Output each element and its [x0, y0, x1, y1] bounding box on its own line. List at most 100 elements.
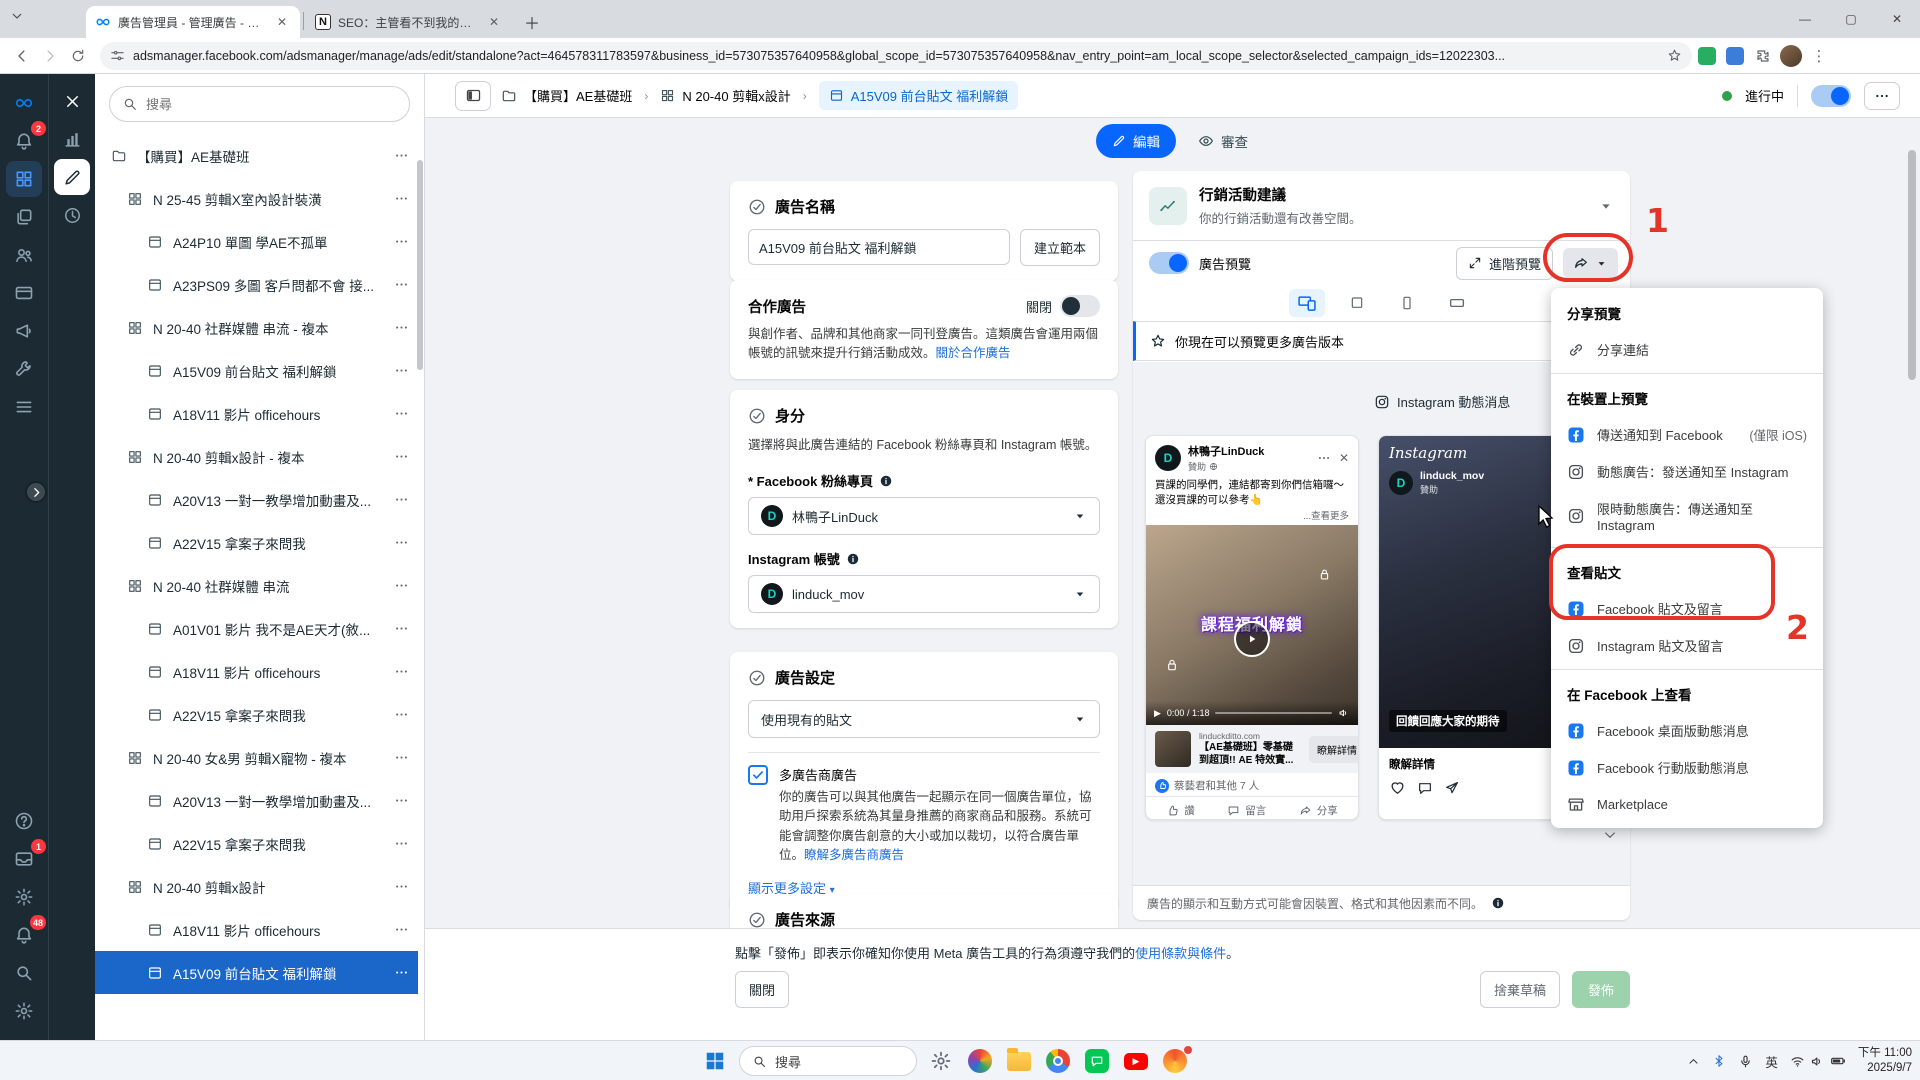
billing-icon[interactable] — [6, 275, 42, 311]
browser-tab-seo[interactable]: N SEO：主管看不到我的廣告，怎 ✕ — [306, 6, 512, 38]
format-story[interactable] — [1389, 289, 1425, 317]
menu-item[interactable]: Facebook 桌面版動態消息 — [1551, 712, 1823, 749]
window-scrollbar[interactable] — [1908, 150, 1916, 380]
notifications-icon[interactable]: 2 — [6, 123, 42, 159]
tray-expand-icon[interactable] — [1687, 1055, 1700, 1068]
inbox-icon[interactable]: 1 — [6, 841, 42, 877]
facebook-page-select[interactable]: D 林鴨子LinDuck — [748, 497, 1100, 535]
publish-button[interactable]: 發佈 — [1572, 971, 1630, 1008]
tree-item-adset[interactable]: N 20-40 女&男 剪輯X寵物 - 複本 — [95, 736, 418, 779]
ads-reporting-icon[interactable] — [6, 313, 42, 349]
tab-close-icon[interactable]: ✕ — [485, 14, 503, 30]
tab-review[interactable]: 審查 — [1198, 131, 1248, 151]
send-icon[interactable] — [1444, 780, 1460, 796]
create-template-button[interactable]: 建立範本 — [1020, 229, 1100, 266]
menu-item[interactable]: Facebook 行動版動態消息 — [1551, 749, 1823, 786]
row-more-icon[interactable] — [394, 965, 418, 980]
volume-icon[interactable] — [1338, 707, 1350, 719]
row-more-icon[interactable] — [394, 234, 418, 249]
tree-item-ad[interactable]: A22V15 拿案子來問我 — [95, 822, 418, 865]
row-more-icon[interactable] — [394, 492, 418, 507]
business-settings-icon[interactable] — [6, 993, 42, 1029]
browser-menu-icon[interactable]: ⋮ — [1806, 43, 1832, 69]
row-more-icon[interactable] — [394, 664, 418, 679]
tree-item-adset[interactable]: N 20-40 剪輯x設計 - 複本 — [95, 435, 418, 478]
expand-panel-button[interactable] — [25, 481, 47, 503]
ad-preview-toggle[interactable] — [1149, 252, 1189, 274]
meta-logo-icon[interactable] — [6, 85, 42, 121]
extension-icon-blue[interactable] — [1722, 43, 1748, 69]
tree-item-ad[interactable]: A18V11 影片 officehours — [95, 908, 418, 951]
tab-edit[interactable]: 編輯 — [1096, 124, 1176, 158]
tree-item-ad[interactable]: A15V09 前台貼文 福利解鎖 — [95, 951, 418, 994]
row-more-icon[interactable] — [394, 191, 418, 206]
tree-item-ad[interactable]: A01V01 影片 我不是AE天才(敘... — [95, 607, 418, 650]
learn-more-link[interactable]: 瞭解多廣告商廣告 — [804, 848, 904, 862]
breadcrumb-campaign-folder[interactable]: 【購買】AE基礎班 — [501, 86, 632, 105]
multi-advertiser-checkbox[interactable] — [748, 765, 768, 785]
edit-tool-icon[interactable] — [54, 159, 90, 195]
comment-icon[interactable] — [1417, 780, 1433, 796]
forward-icon[interactable] — [36, 42, 64, 70]
close-button[interactable]: 關閉 — [735, 971, 789, 1008]
comment-button[interactable]: 留言 — [1227, 803, 1266, 818]
partnership-toggle[interactable] — [1060, 295, 1100, 317]
media-app[interactable] — [1160, 1046, 1190, 1076]
row-more-icon[interactable] — [394, 750, 418, 765]
tree-item-ad[interactable]: A20V13 一對一教學增加動畫及... — [95, 478, 418, 521]
ad-active-toggle[interactable] — [1811, 85, 1851, 107]
terms-link[interactable]: 使用條款與條件 — [1135, 946, 1226, 961]
see-more-link[interactable]: ...查看更多 — [1146, 508, 1358, 525]
collapse-sidebar-button[interactable] — [455, 81, 491, 111]
ads-manager-icon[interactable] — [6, 161, 42, 197]
settings-app[interactable] — [926, 1046, 956, 1076]
menu-item[interactable]: Instagram 貼文及留言 — [1551, 627, 1823, 664]
tree-item-ad[interactable]: A24P10 單圖 學AE不孤單 — [95, 220, 418, 263]
scroll-down-chevron[interactable] — [1602, 827, 1618, 843]
row-more-icon[interactable] — [394, 535, 418, 550]
ad-name-input[interactable] — [748, 229, 1010, 265]
format-all-devices[interactable] — [1289, 289, 1325, 317]
campaign-suggestions[interactable]: 行銷活動建議 你的行銷活動還有改善空間。 — [1133, 171, 1630, 241]
header-more-button[interactable] — [1864, 82, 1900, 110]
window-minimize-button[interactable]: — — [1782, 0, 1828, 38]
discard-draft-button[interactable]: 捨棄草稿 — [1480, 971, 1560, 1008]
like-button[interactable]: 讚 — [1166, 803, 1195, 818]
tab-close-icon[interactable]: ✕ — [273, 14, 291, 30]
global-search-icon[interactable] — [6, 955, 42, 991]
row-more-icon[interactable] — [394, 621, 418, 636]
photos-app[interactable] — [965, 1046, 995, 1076]
row-more-icon[interactable] — [394, 879, 418, 894]
tree-item-adset[interactable]: N 25-45 剪輯X室內設計裝潢 — [95, 177, 418, 220]
row-more-icon[interactable] — [394, 363, 418, 378]
row-more-icon[interactable] — [394, 793, 418, 808]
cta-button[interactable]: 瞭解詳情 — [1309, 736, 1359, 763]
menu-item[interactable]: 傳送通知到 Facebook(僅限 iOS) — [1551, 416, 1823, 453]
row-more-icon[interactable] — [394, 148, 418, 163]
url-field[interactable]: adsmanager.facebook.com/adsmanager/manag… — [100, 42, 1692, 70]
tools-icon[interactable] — [6, 351, 42, 387]
info-icon[interactable] — [846, 552, 860, 566]
tree-item-ad[interactable]: A20V13 一對一教學增加動畫及... — [95, 779, 418, 822]
sidebar-scrollbar[interactable] — [417, 160, 423, 370]
share-button[interactable]: 分享 — [1299, 803, 1338, 818]
file-explorer[interactable] — [1004, 1046, 1034, 1076]
info-icon[interactable] — [1491, 896, 1505, 910]
chrome[interactable] — [1043, 1046, 1073, 1076]
row-more-icon[interactable] — [394, 406, 418, 421]
menu-item[interactable]: 限時動態廣告：傳送通知至 Instagram — [1551, 490, 1823, 542]
start-button[interactable] — [700, 1046, 730, 1076]
tree-item-ad[interactable]: A22V15 拿案子來問我 — [95, 693, 418, 736]
history-icon[interactable] — [54, 197, 90, 233]
info-icon[interactable] — [879, 474, 893, 488]
tree-item-adset[interactable]: N 20-40 剪輯x設計 — [95, 865, 418, 908]
browser-profile-avatar[interactable] — [1778, 43, 1804, 69]
format-landscape[interactable] — [1439, 289, 1475, 317]
menu-item[interactable]: Marketplace — [1551, 786, 1823, 822]
tab-search-icon[interactable] — [10, 9, 24, 23]
help-icon[interactable] — [6, 803, 42, 839]
new-tab-button[interactable]: ＋ — [524, 10, 540, 34]
window-maximize-button[interactable]: ▢ — [1828, 0, 1874, 38]
tree-item-ad[interactable]: A18V11 影片 officehours — [95, 392, 418, 435]
window-close-button[interactable]: ✕ — [1874, 0, 1920, 38]
